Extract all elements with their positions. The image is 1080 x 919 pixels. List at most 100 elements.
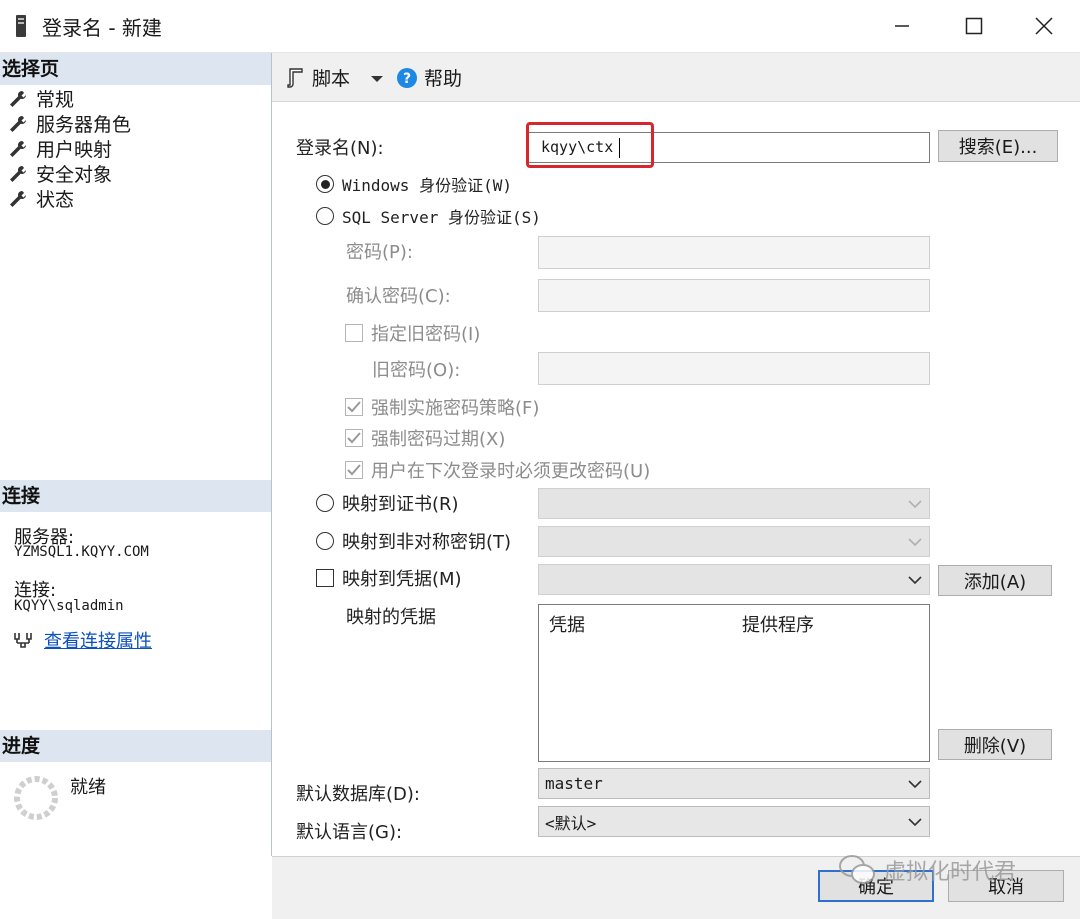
- svg-text:?: ?: [403, 71, 411, 87]
- map-credential-option[interactable]: 映射到凭据(M): [316, 565, 462, 591]
- server-value: YZMSQL1.KQYY.COM: [14, 544, 149, 560]
- page-item-user-mapping[interactable]: 用户映射: [8, 136, 112, 161]
- add-button[interactable]: 添加(A): [938, 565, 1052, 596]
- help-label: 帮助: [424, 68, 463, 90]
- enforce-policy-label: 强制实施密码策略(F): [371, 398, 540, 419]
- script-icon: [287, 67, 303, 88]
- map-certificate-radio[interactable]: [316, 494, 334, 512]
- help-button[interactable]: ? 帮助: [396, 64, 462, 91]
- wrench-icon: [10, 90, 27, 107]
- remove-button[interactable]: 删除(V): [938, 729, 1052, 760]
- map-credential-label: 映射到凭据(M): [342, 569, 462, 590]
- password-input[interactable]: [538, 236, 930, 269]
- plug-icon: [14, 633, 32, 648]
- grid-column-provider: 提供程序: [742, 615, 814, 636]
- asym-key-select[interactable]: [538, 526, 930, 557]
- page-item-status[interactable]: 状态: [8, 186, 74, 211]
- confirm-password-label: 确认密码(C):: [346, 286, 451, 307]
- enforce-expiration-label: 强制密码过期(X): [371, 429, 506, 450]
- enforce-expiration-checkbox[interactable]: [345, 429, 363, 447]
- checkmark-icon: [347, 401, 361, 413]
- chevron-down-icon: [908, 779, 922, 788]
- spinner-icon: [14, 776, 58, 820]
- windows-auth-radio[interactable]: [316, 175, 334, 193]
- must-change-option[interactable]: 用户在下次登录时必须更改密码(U): [345, 457, 650, 483]
- window-title: 登录名 - 新建: [42, 16, 162, 40]
- progress-header: 进度: [0, 730, 271, 762]
- page-item-general[interactable]: 常规: [8, 86, 74, 111]
- highlight-box: [526, 122, 654, 168]
- default-lang-label: 默认语言(G):: [296, 822, 403, 843]
- maximize-button[interactable]: [938, 0, 1010, 52]
- old-password-input[interactable]: [538, 352, 930, 385]
- windows-auth-option[interactable]: Windows 身份验证(W): [316, 172, 512, 196]
- page-item-label: 服务器角色: [36, 114, 132, 136]
- default-db-label: 默认数据库(D):: [296, 784, 420, 805]
- enforce-expiration-option[interactable]: 强制密码过期(X): [345, 425, 505, 451]
- view-props-link[interactable]: 查看连接属性: [44, 627, 152, 653]
- select-page-header: 选择页: [0, 53, 271, 85]
- must-change-label: 用户在下次登录时必须更改密码(U): [371, 461, 651, 482]
- page-item-label: 用户映射: [36, 139, 113, 161]
- map-asym-key-radio[interactable]: [316, 532, 334, 550]
- must-change-checkbox[interactable]: [345, 461, 363, 479]
- map-asym-key-option[interactable]: 映射到非对称密钥(T): [316, 528, 511, 554]
- confirm-password-input[interactable]: [538, 279, 930, 312]
- wrench-icon: [10, 190, 27, 207]
- mapped-credentials-grid[interactable]: 凭据 提供程序: [538, 604, 930, 762]
- script-button[interactable]: 脚本: [286, 64, 350, 91]
- specify-old-password-checkbox[interactable]: [345, 324, 363, 342]
- specify-old-password-label: 指定旧密码(I): [371, 324, 481, 345]
- credential-select[interactable]: [538, 564, 930, 595]
- sql-auth-label: SQL Server 身份验证(S): [342, 208, 541, 227]
- script-label: 脚本: [312, 68, 351, 90]
- left-pane: 选择页 常规 服务器角色 用户映射 安全对象 状态 连接 服务器: YZMSQL…: [0, 53, 272, 856]
- default-db-select[interactable]: master: [538, 768, 930, 799]
- chevron-down-icon: [908, 817, 922, 826]
- page-item-server-roles[interactable]: 服务器角色: [8, 111, 131, 136]
- page-item-securables[interactable]: 安全对象: [8, 161, 112, 186]
- password-label: 密码(P):: [346, 242, 413, 263]
- page-item-label: 常规: [36, 89, 75, 111]
- default-lang-select[interactable]: <默认>: [538, 806, 930, 837]
- login-name-label: 登录名(N):: [296, 138, 384, 159]
- grid-column-credential: 凭据: [549, 615, 585, 636]
- wrench-icon: [10, 165, 27, 182]
- wrench-icon: [10, 140, 27, 157]
- help-icon: ?: [397, 67, 417, 88]
- toolbar: 脚本 ? 帮助: [272, 53, 1080, 102]
- mapped-credentials-label: 映射的凭据: [346, 607, 436, 628]
- specify-old-password-option[interactable]: 指定旧密码(I): [345, 320, 480, 346]
- search-button[interactable]: 搜索(E)...: [938, 130, 1058, 162]
- windows-auth-label: Windows 身份验证(W): [342, 176, 512, 195]
- enforce-policy-checkbox[interactable]: [345, 398, 363, 416]
- map-credential-checkbox[interactable]: [316, 569, 334, 587]
- sql-auth-radio[interactable]: [316, 207, 334, 225]
- title-bar: 登录名 - 新建: [0, 0, 1080, 53]
- minimize-button[interactable]: [866, 0, 938, 52]
- certificate-select[interactable]: [538, 488, 930, 519]
- maximize-icon: [965, 17, 983, 35]
- wrench-icon: [10, 115, 27, 132]
- watermark-text: 虚拟化时代君: [884, 860, 1017, 885]
- connection-header: 连接: [0, 480, 271, 512]
- progress-status: 就绪: [70, 777, 106, 798]
- enforce-policy-option[interactable]: 强制实施密码策略(F): [345, 394, 539, 420]
- close-button[interactable]: [1008, 0, 1080, 52]
- wechat-icon: [839, 855, 875, 884]
- view-connection-properties[interactable]: 查看连接属性: [12, 627, 152, 653]
- sql-auth-option[interactable]: SQL Server 身份验证(S): [316, 204, 541, 228]
- script-dropdown-arrow[interactable]: [370, 69, 384, 88]
- default-lang-value: <默认>: [545, 813, 597, 833]
- chevron-down-icon: [371, 76, 383, 82]
- map-asym-key-label: 映射到非对称密钥(T): [342, 532, 512, 553]
- old-password-label: 旧密码(O):: [372, 360, 461, 381]
- page-item-label: 状态: [36, 189, 75, 211]
- checkmark-icon: [347, 464, 361, 476]
- checkmark-icon: [347, 432, 361, 444]
- minimize-icon: [895, 25, 909, 27]
- chevron-down-icon: [908, 575, 922, 584]
- map-certificate-option[interactable]: 映射到证书(R): [316, 490, 459, 516]
- chevron-down-icon: [908, 537, 922, 546]
- map-certificate-label: 映射到证书(R): [342, 494, 459, 515]
